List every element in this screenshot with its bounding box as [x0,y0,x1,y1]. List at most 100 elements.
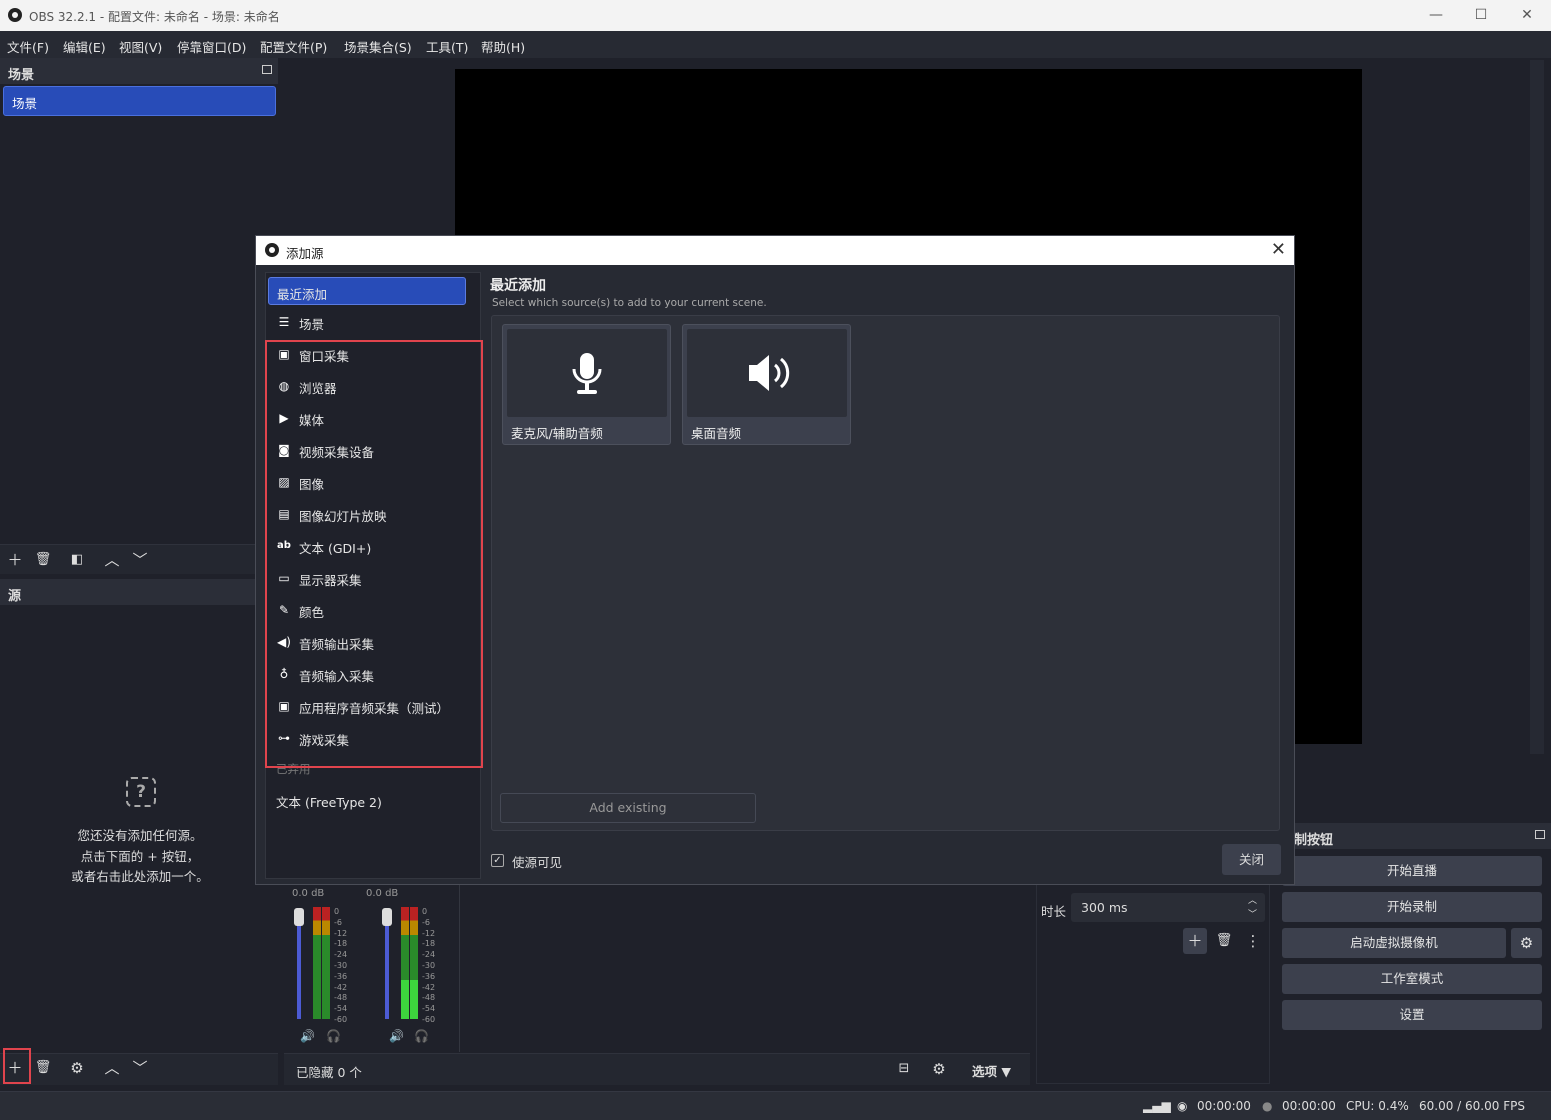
controls-dock-header: 制按钮 [1276,823,1551,849]
meter-ticks-2: 0 -6 -12 -18 -24 -30 -36 -42 -48 -54 -60 [422,907,436,1024]
dialog-title: 添加源 [286,246,324,261]
source-type-scene[interactable]: ☰ 场景 [266,308,480,336]
spin-up-icon[interactable]: ︿ [1248,893,1257,906]
menu-tools[interactable]: 工具(T) [426,37,468,56]
window-title: OBS 32.2.1 - 配置文件: 未命名 - 场景: 未命名 [29,10,280,24]
remove-transition-button[interactable]: 🗑 [1214,931,1234,951]
visible-checkbox[interactable]: ✓ [491,854,504,867]
scene-move-down-button[interactable]: ﹀ [130,550,150,570]
hidden-count-label: 已隐藏 0 个 [296,1065,362,1080]
transition-more-icon[interactable]: ⋮ [1243,931,1263,951]
scenes-toolbar: ＋ 🗑 ◧ ︿ ﹀ [0,544,256,574]
minimize-button[interactable]: — [1421,4,1451,26]
mixer-toolbar: 已隐藏 0 个 ⊟ ⚙ 选项 ▼ [284,1053,1030,1085]
add-source-button[interactable]: ＋ [5,1058,25,1078]
source-properties-gear-icon[interactable]: ⚙ [67,1058,87,1078]
add-source-dialog: 添加源 ✕ 最近添加 ☰ 场景 ▣ 窗口采集 ◍ 浏览器 ▶ 媒体 ◙ 视频采集设备 ▨ 图… [255,235,1295,885]
speaker-icon [687,329,847,417]
scene-filter-button[interactable]: ◧ [67,550,87,570]
preview-scrollbar[interactable] [1530,60,1544,754]
scenes-list [0,84,278,544]
microphone-icon [507,329,667,417]
undock-icon[interactable] [262,65,272,74]
mixer-options-dropdown[interactable]: 选项 ▼ [972,1061,1011,1080]
add-scene-button[interactable]: ＋ [5,550,25,570]
menu-file[interactable]: 文件(F) [7,37,49,56]
duration-label: 时长 [1041,904,1067,919]
controls-dock-title: 制按钮 [1294,833,1334,848]
dialog-obs-logo-icon [265,243,279,257]
menu-view[interactable]: 视图(V) [119,37,162,56]
card-microphone[interactable]: 麦克风/辅助音频 [502,324,671,445]
settings-button[interactable]: 设置 [1282,1000,1542,1030]
start-recording-button[interactable]: 开始录制 [1282,892,1542,922]
sources-list[interactable]: ? 您还没有添加任何源。 点击下面的 + 按钮， 或者右击此处添加一个。 [0,605,278,1053]
level-meter-1a [313,907,321,1019]
duration-spinbox[interactable]: 300 ms ︿ ﹀ [1071,893,1265,922]
highlight-box [265,340,483,768]
menu-profile[interactable]: 配置文件(P) [260,37,327,56]
record-time: 00:00:00 [1282,1099,1336,1113]
sources-dock-header: 源 [0,579,256,605]
visible-checkbox-label: 使源可见 [512,855,563,870]
volume-knob-2[interactable] [382,908,392,926]
scene-item[interactable]: 场景 [3,86,276,116]
source-type-recent[interactable]: 最近添加 [268,277,466,305]
volume-knob-1[interactable] [294,908,304,926]
empty-hint-line-1: 您还没有添加任何源。 [77,828,203,843]
volume-slider-1[interactable] [297,911,301,1019]
remove-source-button[interactable]: 🗑 [33,1058,53,1078]
maximize-button[interactable]: ☐ [1466,4,1496,26]
headphone-icon-1[interactable]: 🎧 [326,1029,341,1043]
source-move-down-button[interactable]: ﹀ [130,1058,150,1078]
mixer-channel-2-db: 0.0 dB [366,888,399,899]
transitions-dock: 时长 300 ms ︿ ﹀ ＋ 🗑 ⋮ [1036,884,1270,1084]
add-existing-button[interactable]: Add existing [500,793,756,823]
menu-docks[interactable]: 停靠窗口(D) [177,37,246,56]
menu-scene-collection[interactable]: 场景集合(S) [344,37,412,56]
level-meter-1b [322,907,330,1019]
dialog-titlebar: 添加源 ✕ [256,236,1294,265]
stream-time: 00:00:00 [1197,1099,1251,1113]
studio-mode-button[interactable]: 工作室模式 [1282,964,1542,994]
controls-undock-icon[interactable] [1535,830,1545,839]
source-type-text-freetype[interactable]: 文本 (FreeType 2) [266,786,480,814]
headphone-icon-2[interactable]: 🎧 [414,1029,429,1043]
question-icon: ? [126,777,156,807]
add-transition-button[interactable]: ＋ [1183,928,1207,954]
mixer-layout-icon[interactable]: ⊟ [894,1059,914,1079]
close-window-button[interactable]: ✕ [1512,4,1542,26]
spin-down-icon[interactable]: ﹀ [1248,907,1257,920]
empty-hint-line-3: 或者右击此处添加一个。 [71,869,209,884]
start-virtual-camera-button[interactable]: 启动虚拟摄像机 [1282,928,1506,958]
dialog-close-button[interactable]: 关闭 [1222,844,1281,875]
empty-hint-line-2: 点击下面的 + 按钮， [80,849,200,864]
network-signal-icon: ▂▄▆ [1143,1099,1171,1113]
scene-move-up-button[interactable]: ︿ [102,550,122,570]
fps-display: 60.00 / 60.00 FPS [1419,1099,1525,1113]
menu-edit[interactable]: 编辑(E) [63,37,106,56]
recent-heading: 最近添加 [490,278,546,294]
start-streaming-button[interactable]: 开始直播 [1282,856,1542,886]
source-move-up-button[interactable]: ︿ [102,1058,122,1078]
card-microphone-label: 麦克风/辅助音频 [511,426,603,441]
meter-ticks-1: 0 -6 -12 -18 -24 -30 -36 -42 -48 -54 -60 [334,907,348,1024]
volume-slider-2[interactable] [385,911,389,1019]
card-desktop-audio[interactable]: 桌面音频 [682,324,851,445]
scenes-dock-header: 场景 [0,58,278,84]
stream-status-icon: ◉ [1177,1099,1188,1113]
duration-value: 300 ms [1081,900,1128,915]
list-icon: ☰ [278,315,290,329]
remove-scene-button[interactable]: 🗑 [33,550,53,570]
mixer-divider [459,884,460,1052]
menu-help[interactable]: 帮助(H) [481,37,525,56]
virtual-camera-gear-icon[interactable]: ⚙ [1511,928,1542,958]
sources-dock-title: 源 [8,589,22,604]
speaker-icon-2[interactable]: 🔊 [389,1029,404,1043]
recent-subtitle: Select which source(s) to add to your cu… [492,297,767,309]
advanced-audio-gear-icon[interactable]: ⚙ [929,1059,949,1079]
dialog-close-icon[interactable]: ✕ [1271,239,1286,260]
level-meter-2b [410,907,418,1019]
speaker-icon-1[interactable]: 🔊 [300,1029,315,1043]
status-bar: ▂▄▆ ◉ 00:00:00 ● 00:00:00 CPU: 0.4% 60.0… [0,1091,1551,1120]
